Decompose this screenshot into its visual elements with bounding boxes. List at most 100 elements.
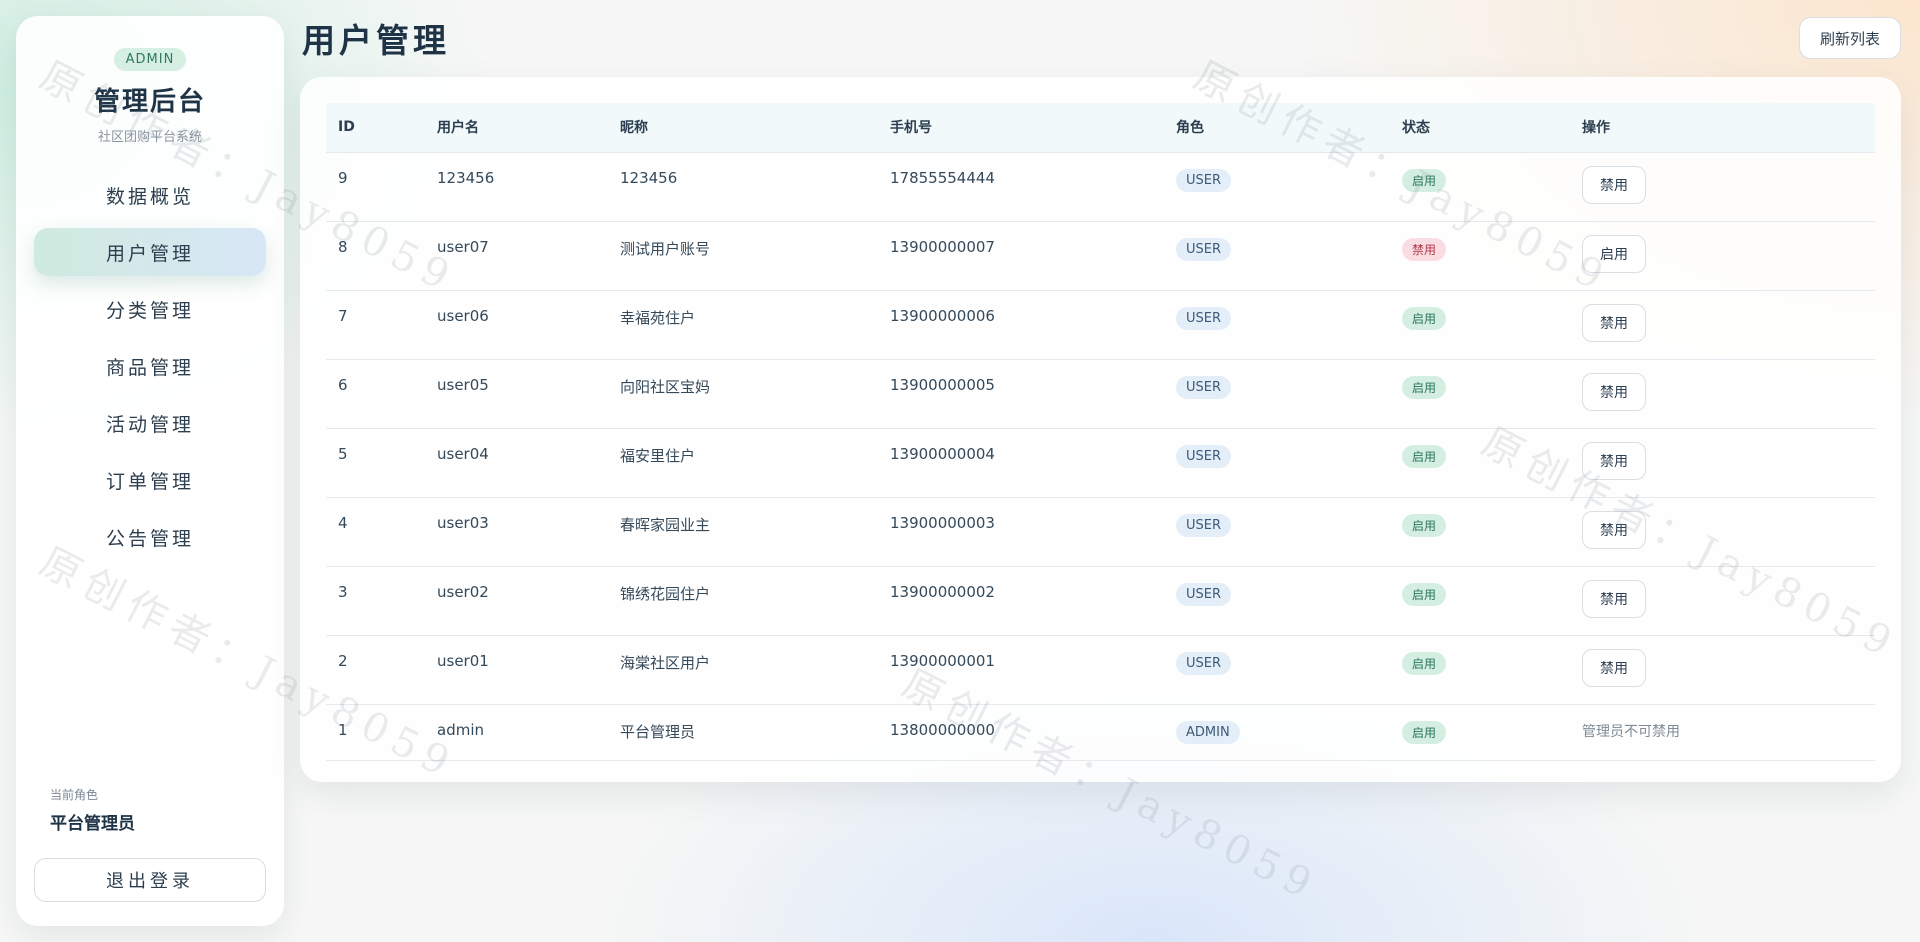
cell-status: 启用 (1390, 704, 1570, 761)
app-title: 管理后台 (93, 87, 206, 117)
cell-status: 启用 (1390, 152, 1570, 222)
cell-status: 禁用 (1390, 221, 1570, 291)
role-badge: USER (1176, 444, 1232, 468)
role-badge: ADMIN (1176, 720, 1240, 744)
column-header-nickname: 昵称 (608, 103, 878, 153)
disable-user-button[interactable]: 禁用 (1582, 648, 1646, 687)
cell-status: 启用 (1390, 635, 1570, 705)
logout-button[interactable]: 退出登录 (34, 858, 266, 902)
cell-status: 启用 (1390, 359, 1570, 429)
cell-phone: 13900000003 (878, 497, 1164, 567)
sidebar-item-categories[interactable]: 分类管理 (34, 285, 266, 333)
table-row: 8 user07 测试用户账号 13900000007 USER 禁用 启用 (326, 221, 1875, 291)
cell-nickname: 向阳社区宝妈 (608, 359, 878, 429)
cell-id: 4 (326, 497, 425, 567)
table-row: 2 user01 海棠社区用户 13900000001 USER 启用 禁用 (326, 635, 1875, 705)
column-header-status: 状态 (1390, 103, 1570, 153)
table-row: 9 123456 123456 17855554444 USER 启用 禁用 (326, 152, 1875, 222)
cell-phone: 13900000002 (878, 566, 1164, 636)
cell-phone: 13900000006 (878, 290, 1164, 360)
current-role-card: 当前角色 平台管理员 (34, 772, 266, 846)
cell-actions: 禁用 (1570, 497, 1875, 567)
cell-username: user04 (425, 428, 608, 498)
cell-nickname: 春晖家园业主 (608, 497, 878, 567)
column-header-username: 用户名 (425, 103, 608, 153)
table-row: 7 user06 幸福苑住户 13900000006 USER 启用 禁用 (326, 290, 1875, 360)
cell-nickname: 锦绣花园住户 (608, 566, 878, 636)
cell-id: 6 (326, 359, 425, 429)
cell-id: 7 (326, 290, 425, 360)
cell-id: 9 (326, 152, 425, 222)
disable-user-button[interactable]: 禁用 (1582, 165, 1646, 204)
cell-role: USER (1164, 497, 1390, 567)
cell-nickname: 海棠社区用户 (608, 635, 878, 705)
cell-id: 3 (326, 566, 425, 636)
cell-nickname: 幸福苑住户 (608, 290, 878, 360)
cell-actions: 禁用 (1570, 428, 1875, 498)
sidebar-item-notices[interactable]: 公告管理 (34, 513, 266, 561)
cell-role: USER (1164, 152, 1390, 222)
cell-phone: 13900000004 (878, 428, 1164, 498)
disable-user-button[interactable]: 禁用 (1582, 510, 1646, 549)
sidebar-item-orders[interactable]: 订单管理 (34, 456, 266, 504)
cell-actions: 禁用 (1570, 290, 1875, 360)
sidebar-item-users[interactable]: 用户管理 (34, 228, 266, 276)
role-badge: USER (1176, 306, 1232, 330)
cell-role: USER (1164, 566, 1390, 636)
action-note: 管理员不可禁用 (1582, 723, 1680, 740)
disable-user-button[interactable]: 禁用 (1582, 579, 1646, 618)
enable-user-button[interactable]: 启用 (1582, 234, 1646, 273)
cell-status: 启用 (1390, 290, 1570, 360)
sidebar-item-activities[interactable]: 活动管理 (34, 399, 266, 447)
cell-role: USER (1164, 221, 1390, 291)
cell-role: ADMIN (1164, 704, 1390, 761)
cell-status: 启用 (1390, 497, 1570, 567)
cell-actions: 启用 (1570, 221, 1875, 291)
cell-nickname: 测试用户账号 (608, 221, 878, 291)
cell-phone: 13900000001 (878, 635, 1164, 705)
status-badge: 启用 (1402, 168, 1447, 192)
column-header-actions: 操作 (1570, 103, 1875, 153)
role-badge: USER (1176, 375, 1232, 399)
cell-username: admin (425, 704, 608, 761)
role-badge: USER (1176, 582, 1232, 606)
table-row: 4 user03 春晖家园业主 13900000003 USER 启用 禁用 (326, 497, 1875, 567)
user-table: ID 用户名 昵称 手机号 角色 状态 操作 9 123456 123456 1785… (326, 103, 1875, 761)
cell-username: user03 (425, 497, 608, 567)
cell-nickname: 福安里住户 (608, 428, 878, 498)
cell-phone: 17855554444 (878, 152, 1164, 222)
cell-username: user01 (425, 635, 608, 705)
cell-role: USER (1164, 290, 1390, 360)
cell-username: 123456 (425, 152, 608, 222)
status-badge: 启用 (1402, 720, 1447, 744)
current-role-label: 当前角色 (50, 788, 99, 802)
role-badge: USER (1176, 237, 1232, 261)
cell-phone: 13900000007 (878, 221, 1164, 291)
brand: ADMIN 管理后台 社区团购平台系统 (16, 16, 284, 145)
admin-badge: ADMIN (113, 48, 187, 71)
cell-actions: 禁用 (1570, 566, 1875, 636)
column-header-phone: 手机号 (878, 103, 1164, 153)
cell-actions: 禁用 (1570, 152, 1875, 222)
cell-actions: 管理员不可禁用 (1570, 704, 1875, 761)
disable-user-button[interactable]: 禁用 (1582, 441, 1646, 480)
cell-phone: 13800000000 (878, 704, 1164, 761)
disable-user-button[interactable]: 禁用 (1582, 372, 1646, 411)
disable-user-button[interactable]: 禁用 (1582, 303, 1646, 342)
table-row: 5 user04 福安里住户 13900000004 USER 启用 禁用 (326, 428, 1875, 498)
role-badge: USER (1176, 513, 1232, 537)
cell-status: 启用 (1390, 428, 1570, 498)
status-badge: 启用 (1402, 513, 1447, 537)
sidebar-item-products[interactable]: 商品管理 (34, 342, 266, 390)
refresh-list-button[interactable]: 刷新列表 (1799, 17, 1901, 59)
cell-username: user05 (425, 359, 608, 429)
sidebar-item-dashboard[interactable]: 数据概览 (34, 171, 266, 219)
cell-role: USER (1164, 359, 1390, 429)
cell-role: USER (1164, 635, 1390, 705)
table-body: 9 123456 123456 17855554444 USER 启用 禁用 8 user07 测… (326, 152, 1875, 761)
app-subtitle: 社区团购平台系统 (97, 130, 202, 145)
sidebar-nav: 数据概览 用户管理 分类管理 商品管理 活动管理 订单管理 公告管理 (16, 171, 284, 561)
cell-actions: 禁用 (1570, 635, 1875, 705)
cell-id: 8 (326, 221, 425, 291)
cell-status: 启用 (1390, 566, 1570, 636)
